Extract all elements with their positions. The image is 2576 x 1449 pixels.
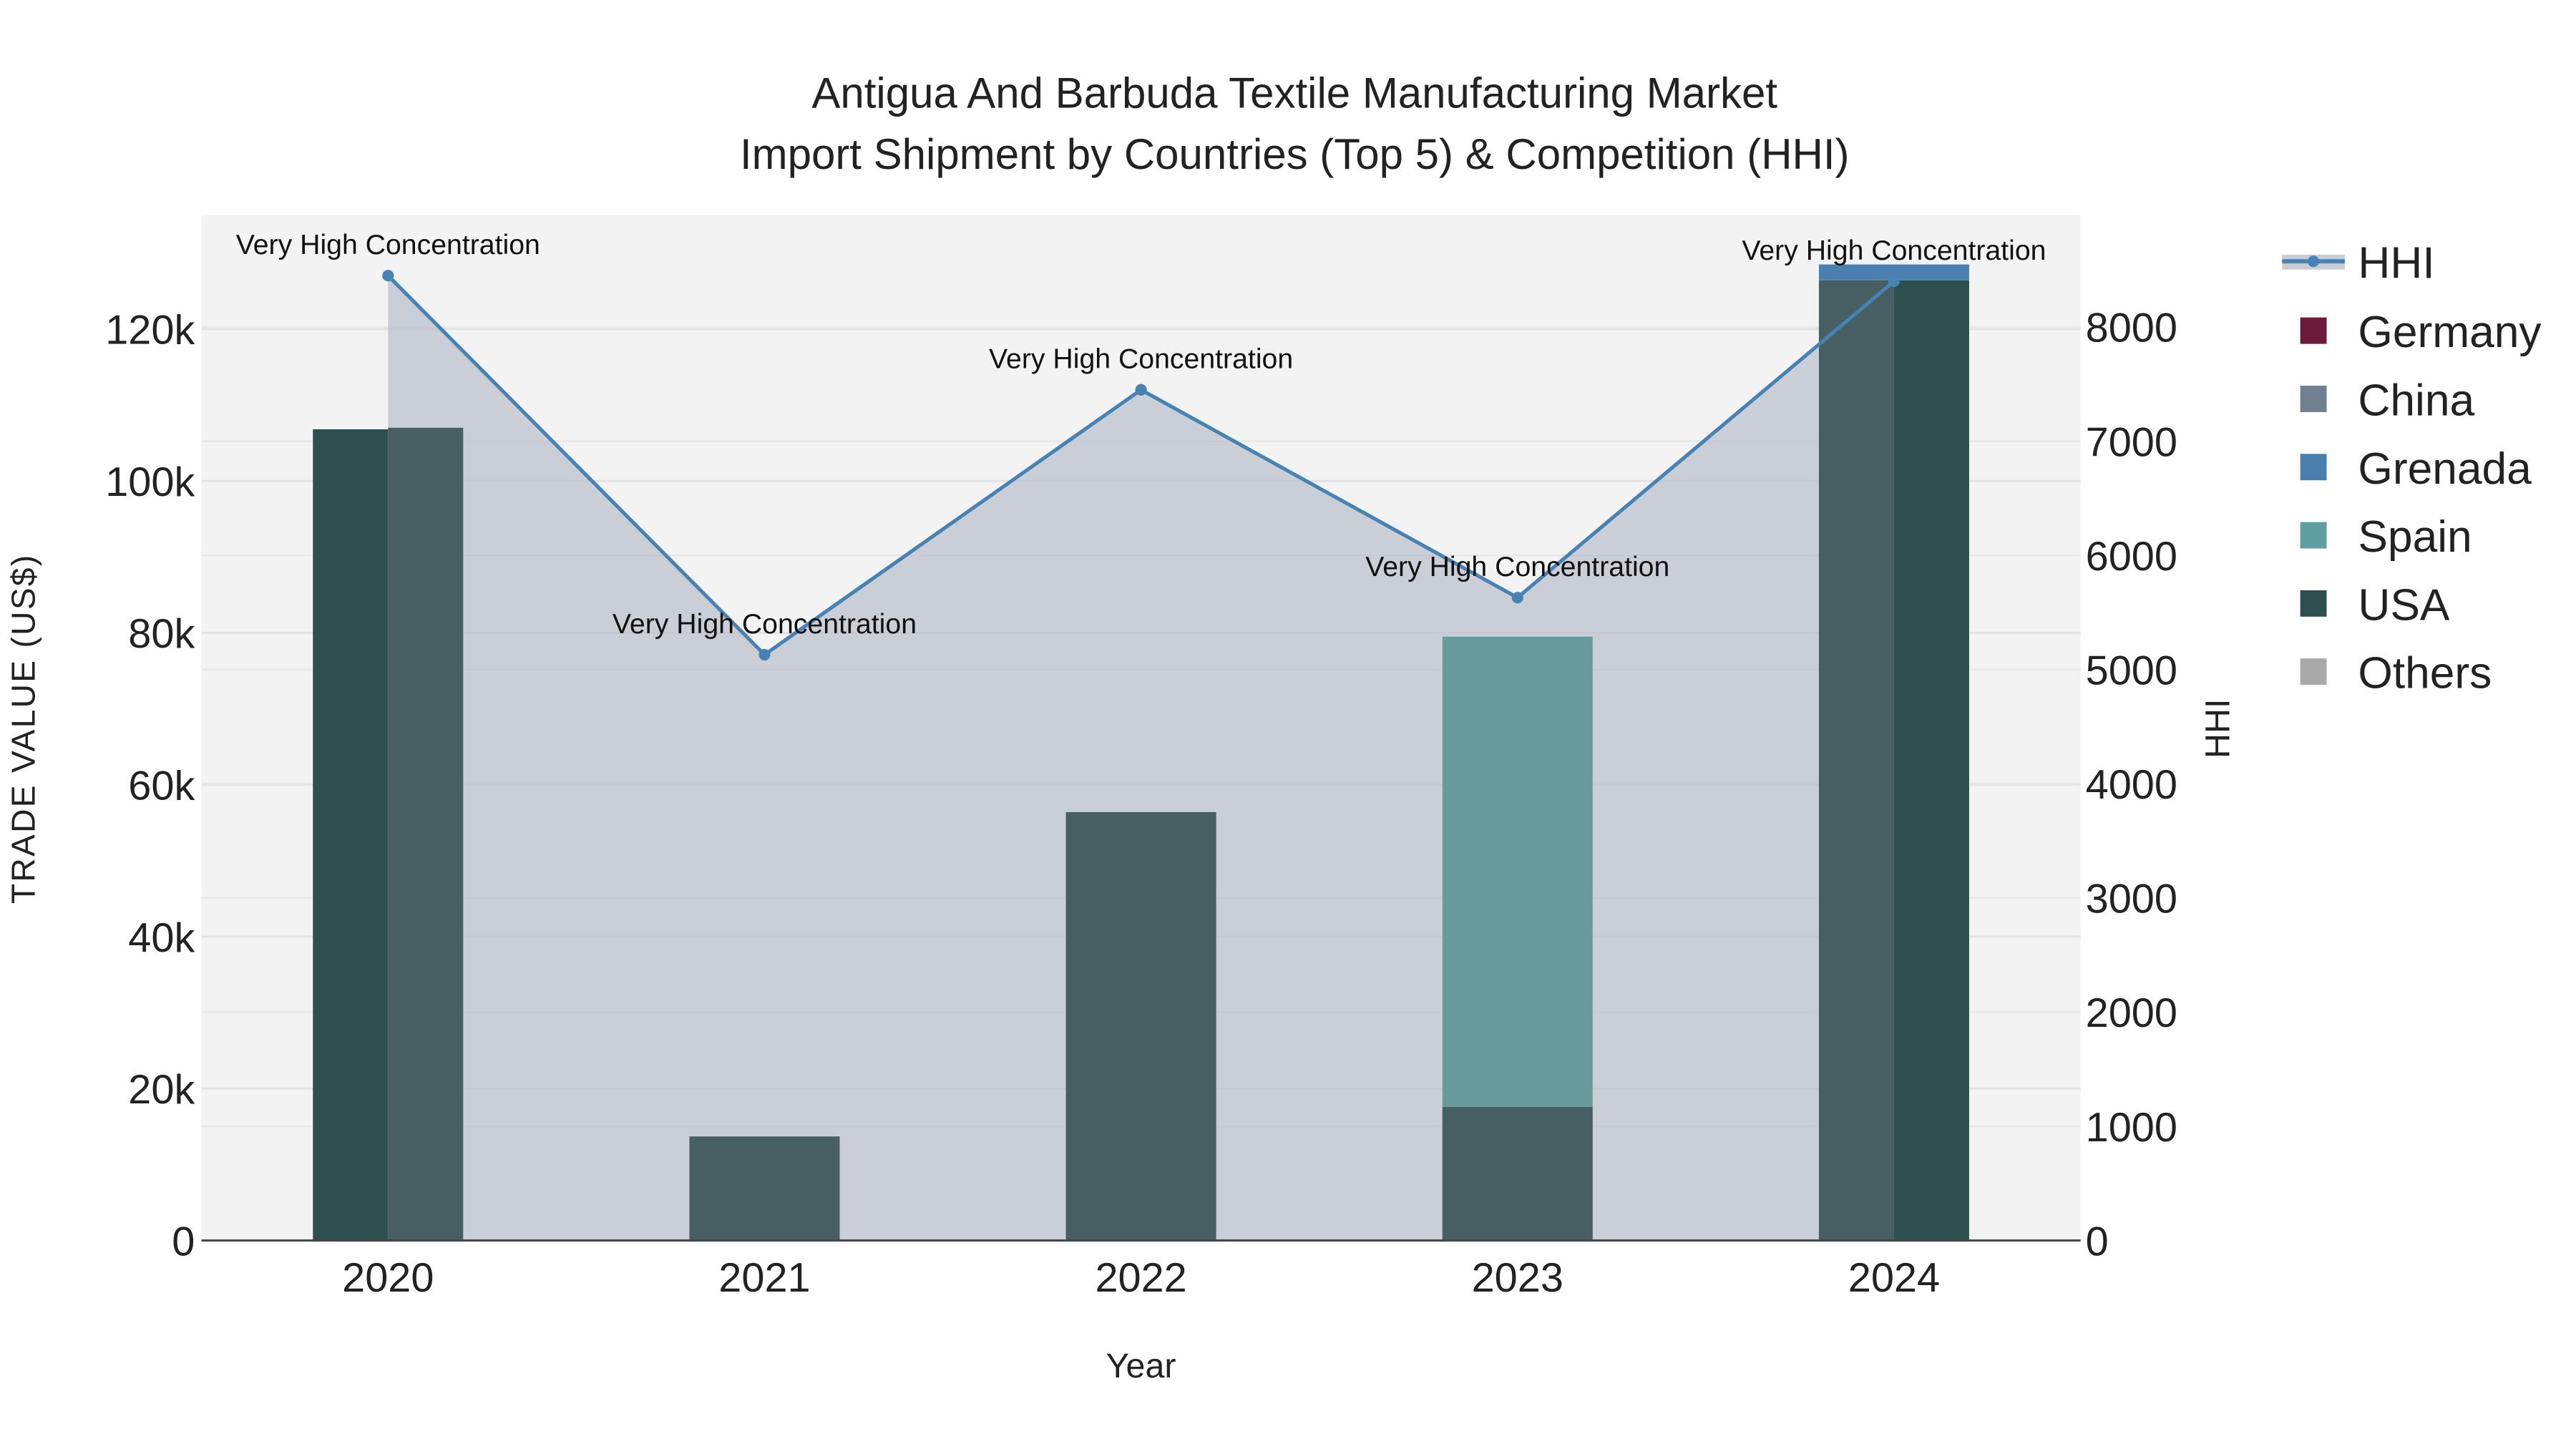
y-tick-label: 100k <box>105 459 195 505</box>
y-tick-label: 0 <box>172 1219 195 1264</box>
bar-usa-2020 <box>313 429 389 1241</box>
hhi-annotation: Very High Concentration <box>989 343 1293 375</box>
chart-title-line2: Import Shipment by Countries (Top 5) & C… <box>740 130 1850 178</box>
y2-tick-label: 8000 <box>2086 306 2177 351</box>
x-tick-label: 2024 <box>1848 1255 1940 1301</box>
legend-swatch <box>2300 317 2327 344</box>
x-tick-label: 2022 <box>1095 1255 1186 1301</box>
legend-hhi-marker <box>2308 255 2320 268</box>
y2-tick-label: 6000 <box>2086 534 2177 580</box>
y-tick-label: 80k <box>128 611 195 657</box>
x-tick-label: 2021 <box>718 1255 810 1301</box>
hhi-point-2023 <box>1511 592 1523 604</box>
y2-axis-label: HHI <box>2198 699 2237 758</box>
y-tick-label: 120k <box>105 308 195 353</box>
hhi-point-2020 <box>382 270 394 282</box>
bar-spain-2023 <box>1442 636 1593 1107</box>
y2-tick-label: 3000 <box>2086 877 2177 922</box>
y-axis-label: TRADE VALUE (US$) <box>4 553 42 904</box>
y2-tick-label: 5000 <box>2086 648 2177 693</box>
hhi-point-2021 <box>758 648 771 661</box>
hhi-annotation: Very High Concentration <box>1365 551 1669 582</box>
bar-china-2023 <box>1442 1106 1593 1241</box>
x-tick-label: 2023 <box>1472 1255 1563 1301</box>
y-tick-label: 40k <box>128 915 195 961</box>
y2-tick-label: 0 <box>2086 1219 2109 1264</box>
legend-label: Grenada <box>2358 444 2532 494</box>
y2-tick-label: 1000 <box>2086 1105 2177 1151</box>
x-tick-label: 2020 <box>342 1255 434 1301</box>
x-axis-label: Year <box>1106 1347 1176 1385</box>
legend-label: USA <box>2358 580 2450 630</box>
bar-china-2022 <box>1065 811 1216 1241</box>
chart-title-line1: Antigua And Barbuda Textile Manufacturin… <box>811 69 1777 117</box>
legend-swatch <box>2300 658 2327 686</box>
legend-label: Germany <box>2358 308 2542 357</box>
legend-swatch <box>2300 454 2327 481</box>
legend-label: Spain <box>2358 512 2472 562</box>
legend-label: Others <box>2358 649 2492 698</box>
bar-china-2024 <box>1818 280 1894 1241</box>
legend-label: HHI <box>2358 238 2434 288</box>
hhi-point-2024 <box>1888 275 1900 288</box>
hhi-point-2022 <box>1135 384 1147 396</box>
hhi-annotation: Very High Concentration <box>236 229 540 260</box>
legend-swatch <box>2300 385 2327 412</box>
hhi-annotation: Very High Concentration <box>1742 235 2046 266</box>
bar-china-2020 <box>388 427 464 1241</box>
legend-label: China <box>2358 376 2474 426</box>
bar-usa-2024 <box>1893 280 1969 1241</box>
y2-tick-label: 4000 <box>2086 762 2177 808</box>
bar-china-2021 <box>689 1136 840 1241</box>
hhi-annotation: Very High Concentration <box>613 608 917 640</box>
legend-swatch <box>2300 590 2327 617</box>
y-tick-label: 20k <box>128 1067 195 1113</box>
legend-swatch <box>2300 522 2327 549</box>
y2-tick-label: 7000 <box>2086 419 2177 465</box>
chart: Antigua And Barbuda Textile Manufacturin… <box>0 0 2576 1449</box>
y-tick-label: 60k <box>128 763 195 809</box>
y2-tick-label: 2000 <box>2086 990 2177 1036</box>
